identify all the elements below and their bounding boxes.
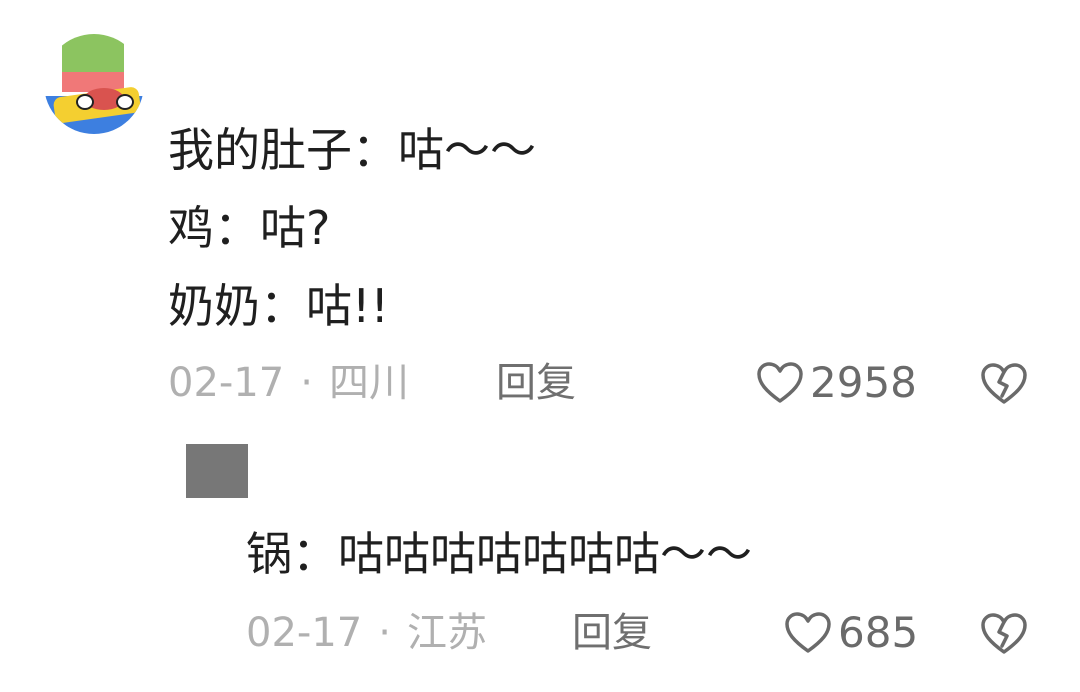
- meta-separator: ·: [300, 360, 313, 406]
- like-button[interactable]: 2958: [756, 358, 917, 408]
- reply-text: 锅：咕咕咕咕咕咕咕～～: [246, 527, 752, 581]
- broken-heart-icon: [980, 362, 1028, 406]
- comment-text-line: 奶奶：咕!!: [168, 279, 389, 333]
- like-count: 685: [838, 608, 919, 657]
- reply-button[interactable]: 回复: [496, 358, 576, 408]
- meta-separator: ·: [378, 610, 391, 656]
- comment-text-line: 我的肚子：咕～～: [168, 123, 536, 177]
- avatar[interactable]: [44, 34, 144, 134]
- like-count: 2958: [810, 358, 917, 407]
- dislike-button[interactable]: [980, 362, 1028, 406]
- comment-location: 四川: [328, 360, 409, 406]
- reply-avatar[interactable]: [186, 444, 248, 498]
- dislike-button[interactable]: [980, 612, 1028, 656]
- comment-text-line: 鸡：咕?: [168, 201, 331, 255]
- broken-heart-icon: [980, 612, 1028, 656]
- heart-outline-icon: [784, 611, 832, 655]
- reply-location: 江苏: [406, 610, 487, 656]
- reply-meta: 02-17 · 江苏: [246, 608, 487, 658]
- comment-meta: 02-17 · 四川: [168, 358, 409, 408]
- reply-button[interactable]: 回复: [572, 608, 652, 658]
- comment-date: 02-17: [168, 360, 285, 406]
- like-button[interactable]: 685: [784, 608, 918, 658]
- reply-date: 02-17: [246, 610, 363, 656]
- heart-outline-icon: [756, 361, 804, 405]
